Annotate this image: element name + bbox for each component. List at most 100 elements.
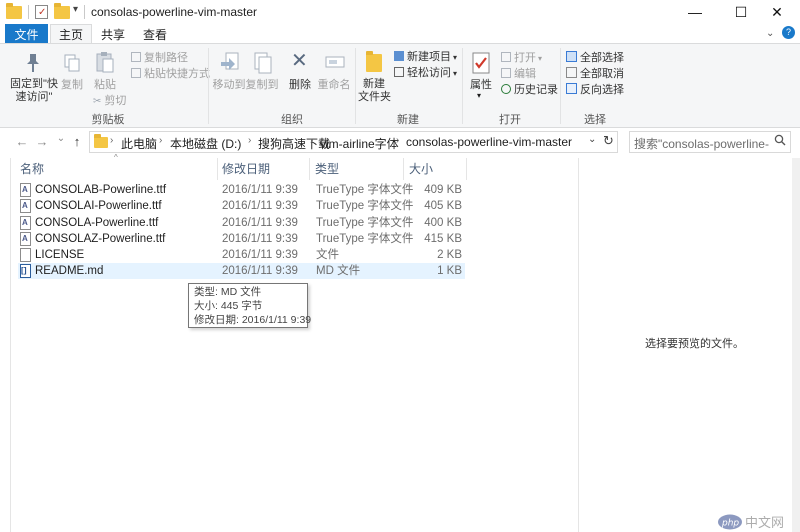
column-size[interactable]: 大小 xyxy=(409,160,433,177)
file-row[interactable]: CONSOLAZ-Powerline.ttf 2016/1/11 9:39 Tr… xyxy=(18,231,465,247)
file-name: CONSOLAB-Powerline.ttf xyxy=(35,184,167,196)
file-row[interactable]: README.md 2016/1/11 9:39 MD 文件 1 KB xyxy=(18,263,465,279)
help-icon[interactable]: ? xyxy=(782,26,795,39)
column-date-modified[interactable]: 修改日期 xyxy=(222,160,270,177)
column-divider[interactable] xyxy=(309,158,310,180)
new-folder-label: 新建 文件夹 xyxy=(358,78,391,103)
tab-share[interactable]: 共享 xyxy=(92,24,134,44)
breadcrumb-current-folder[interactable]: consolas-powerline-vim-master xyxy=(406,135,572,149)
file-date: 2016/1/11 9:39 xyxy=(222,265,298,277)
new-item-label: 新建项目 xyxy=(407,51,451,63)
divider xyxy=(28,5,29,19)
paste-shortcut-button[interactable]: 粘贴快捷方式 xyxy=(131,66,210,82)
file-size: 2 KB xyxy=(437,249,462,261)
rename-button[interactable]: 重命名 xyxy=(316,50,352,95)
breadcrumb-separator[interactable]: › xyxy=(248,135,251,146)
properties-icon xyxy=(472,52,490,77)
paste-shortcut-icon xyxy=(131,68,141,78)
column-divider[interactable] xyxy=(466,158,467,180)
breadcrumb-separator[interactable]: › xyxy=(310,135,313,146)
copy-icon xyxy=(64,54,80,72)
breadcrumb-local-disk[interactable]: 本地磁盘 (D:) xyxy=(170,135,241,152)
copy-button[interactable]: 复制 xyxy=(60,50,84,95)
font-file-icon xyxy=(20,232,31,246)
invert-selection-button[interactable]: 反向选择 xyxy=(566,82,624,98)
properties-check-icon[interactable]: ✓ xyxy=(35,5,48,19)
tooltip-date: 修改日期: 2016/1/11 9:39 xyxy=(194,314,312,326)
new-folder-icon xyxy=(366,51,382,72)
preview-pane-divider[interactable] xyxy=(578,158,579,532)
customize-quick-access-icon[interactable]: ▾ xyxy=(73,4,78,15)
organize-group-label: 组织 xyxy=(281,114,303,126)
select-none-button[interactable]: 全部取消 xyxy=(566,66,624,82)
file-tooltip: 类型: MD 文件 大小: 445 字节 修改日期: 2016/1/11 9:3… xyxy=(188,283,312,328)
column-type[interactable]: 类型 xyxy=(315,160,339,177)
move-to-button[interactable]: 移动到 xyxy=(212,50,246,95)
edit-label: 编辑 xyxy=(514,68,536,80)
new-folder-button[interactable]: 新建 文件夹 xyxy=(358,50,391,108)
open-button[interactable]: 打开 ▾ xyxy=(501,50,542,66)
tab-view[interactable]: 查看 xyxy=(134,24,176,44)
column-divider[interactable] xyxy=(217,158,218,180)
file-row[interactable]: LICENSE 2016/1/11 9:39 文件 2 KB xyxy=(18,247,465,263)
edit-button[interactable]: 编辑 xyxy=(501,66,536,82)
breadcrumb-this-pc[interactable]: 此电脑 xyxy=(121,135,157,152)
delete-button[interactable]: ✕ 删除 xyxy=(286,50,314,95)
breadcrumb-separator[interactable]: › xyxy=(159,135,162,146)
preview-message: 选择要预览的文件。 xyxy=(645,338,744,350)
search-input[interactable]: 搜索"consolas-powerline-vi... xyxy=(634,135,769,152)
pin-label: 固定到"快 速访问" xyxy=(10,78,58,103)
navigation-pane[interactable] xyxy=(0,158,11,532)
select-none-label: 全部取消 xyxy=(580,68,624,80)
invert-selection-icon xyxy=(566,83,577,94)
column-name[interactable]: 名称 xyxy=(20,160,44,177)
file-type: TrueType 字体文件 xyxy=(316,200,414,212)
address-dropdown-icon[interactable]: ⌄ xyxy=(588,134,596,145)
file-row[interactable]: CONSOLAB-Powerline.ttf 2016/1/11 9:39 Tr… xyxy=(18,182,465,198)
back-button[interactable]: ← xyxy=(14,134,30,149)
pin-quick-access-button[interactable]: 固定到"快 速访问" xyxy=(8,50,60,108)
recent-locations-button[interactable]: ⌄ xyxy=(53,133,69,144)
select-none-icon xyxy=(566,67,577,78)
file-row[interactable]: CONSOLA-Powerline.ttf 2016/1/11 9:39 Tru… xyxy=(18,215,465,231)
new-folder-quick-icon[interactable] xyxy=(54,3,70,20)
rename-icon xyxy=(325,54,345,73)
new-item-button[interactable]: 新建项目 ▾ xyxy=(394,49,457,65)
file-date: 2016/1/11 9:39 xyxy=(222,184,298,196)
file-size: 1 KB xyxy=(437,265,462,277)
clipboard-group-label: 剪贴板 xyxy=(91,114,125,126)
select-all-icon xyxy=(566,51,577,62)
minimize-button[interactable]: — xyxy=(672,0,718,24)
copy-path-label: 复制路径 xyxy=(144,52,188,64)
breadcrumb-vim-airline-fonts[interactable]: vim-airline字体 xyxy=(320,135,399,152)
folder-icon xyxy=(6,3,22,20)
easy-access-button[interactable]: 轻松访问 ▾ xyxy=(394,65,457,81)
paste-button[interactable]: 粘贴 xyxy=(92,50,118,95)
copy-to-button[interactable]: 复制到 xyxy=(245,50,279,95)
delete-label: 删除 xyxy=(289,79,311,91)
divider xyxy=(462,48,463,124)
column-divider[interactable] xyxy=(403,158,404,180)
select-all-label: 全部选择 xyxy=(580,52,624,64)
copy-to-icon xyxy=(253,52,273,77)
close-button[interactable]: ✕ xyxy=(754,0,800,24)
refresh-button[interactable]: ↻ xyxy=(603,133,614,149)
up-button[interactable]: ↑ xyxy=(69,134,85,149)
cut-button[interactable]: ✂ 剪切 xyxy=(93,93,126,109)
history-button[interactable]: 历史记录 xyxy=(501,82,558,98)
move-to-icon xyxy=(220,52,240,77)
forward-button[interactable]: → xyxy=(34,134,50,149)
breadcrumb-separator[interactable]: › xyxy=(110,135,113,146)
properties-button[interactable]: 属性 ▾ xyxy=(466,50,496,108)
easy-access-icon xyxy=(394,67,404,77)
tab-home[interactable]: 主页 xyxy=(50,24,92,44)
copy-path-button[interactable]: 复制路径 xyxy=(131,50,188,66)
breadcrumb-separator[interactable]: › xyxy=(396,135,399,146)
file-type: TrueType 字体文件 xyxy=(316,217,414,229)
svg-text:中文网: 中文网 xyxy=(745,516,784,531)
tab-file[interactable]: 文件 xyxy=(5,24,48,44)
select-all-button[interactable]: 全部选择 xyxy=(566,50,624,66)
generic-file-icon xyxy=(20,248,31,262)
file-row[interactable]: CONSOLAI-Powerline.ttf 2016/1/11 9:39 Tr… xyxy=(18,198,465,214)
collapse-ribbon-icon[interactable]: ⌄ xyxy=(766,28,774,39)
